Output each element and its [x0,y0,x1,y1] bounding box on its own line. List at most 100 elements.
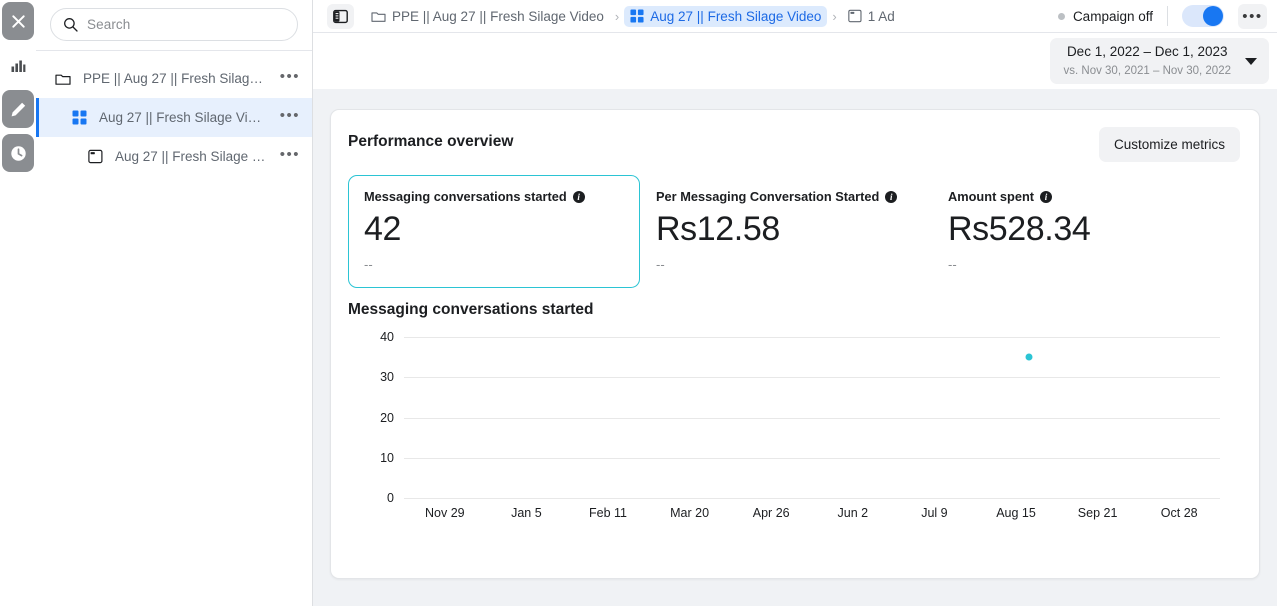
chart-y-axis-tick: 20 [380,410,394,425]
ad-icon [848,9,862,23]
metric-label: Messaging conversations started [364,189,567,204]
chart-y-axis-tick: 0 [387,491,394,506]
chart-gridline [404,498,1220,500]
grid-icon [630,9,644,23]
folder-icon [50,72,76,86]
metric-label: Amount spent [948,189,1035,204]
breadcrumb-label: PPE || Aug 27 || Fresh Silage Video [392,8,604,24]
chart-gridline [404,457,1220,459]
metric-delta: -- [948,257,957,273]
metric-tile-amount-spent[interactable]: Amount spent i Rs528.34 -- [932,175,1224,288]
campaign-toggle[interactable] [1182,5,1224,27]
status-badge: Campaign off [1072,8,1153,24]
sidebar-item-campaign[interactable]: PPE || Aug 27 || Fresh Silag… ••• [36,59,312,98]
breadcrumb-separator: › [614,8,620,24]
date-range-bar: Dec 1, 2022 – Dec 1, 2023 vs. Nov 30, 20… [313,33,1277,89]
info-icon[interactable]: i [1040,190,1053,203]
panel-toggle-button[interactable] [327,3,354,29]
asset-sidebar: Search PPE || Aug 27 || Fresh Silag… ••• [36,0,313,606]
panel-toggle-icon [333,9,348,23]
sidebar-item-label: Aug 27 || Fresh Silage … [115,149,266,164]
bar-chart-icon [11,60,25,72]
sidebar-item-label: PPE || Aug 27 || Fresh Silag… [83,71,263,86]
search-icon [64,18,78,32]
sidebar-item-menu-button[interactable]: ••• [274,143,302,170]
close-icon [11,14,25,28]
sidebar-item-adset[interactable]: Aug 27 || Fresh Silage Vi… ••• [36,98,312,137]
search-section: Search [36,0,312,51]
chart-x-axis-tick: Jan 5 [511,506,542,521]
clock-icon [10,145,26,161]
chart-plot-area[interactable]: 40 30 20 10 0 Nov 29 Jan 5 Feb 11 Mar 20 Apr 26 Ju… [348,330,1242,552]
customize-metrics-button[interactable]: Customize metrics [1098,127,1240,162]
ad-icon [82,149,108,164]
more-options-button[interactable]: ••• [1238,3,1267,29]
pencil-icon [11,102,25,116]
breadcrumb-adset[interactable]: Aug 27 || Fresh Silage Video [624,5,828,27]
chart-data-point[interactable] [1025,353,1033,361]
analytics-icon-button[interactable] [2,46,34,84]
close-icon-button[interactable] [2,2,34,40]
metric-label-row: Messaging conversations started i [364,189,624,204]
breadcrumb-campaign[interactable]: PPE || Aug 27 || Fresh Silage Video [365,6,610,27]
grid-icon [66,110,92,125]
sidebar-item-ad[interactable]: Aug 27 || Fresh Silage … ••• [36,137,312,176]
breadcrumb-label: 1 Ad [867,8,895,24]
edit-icon-button[interactable] [2,90,34,128]
metric-tile-messaging-conversations-started[interactable]: Messaging conversations started i 42 -- [348,175,640,289]
campaign-status: Campaign off [1057,8,1153,24]
chart-gridline [404,337,1220,339]
topbar-divider [1167,6,1168,26]
chart-gridline [404,377,1220,379]
icon-rail [0,0,36,606]
chart-x-axis-tick: Sep 21 [1077,506,1118,521]
chart-x-axis-tick: Oct 28 [1160,506,1198,521]
sidebar-item-menu-button[interactable]: ••• [274,104,302,131]
metric-tile-per-messaging-conversation-started[interactable]: Per Messaging Conversation Started i Rs1… [640,175,932,288]
chart-x-axis-tick: Feb 11 [589,506,627,521]
chart-x-axis-tick: Mar 20 [670,506,710,521]
search-placeholder: Search [87,17,131,32]
chart-x-axis-tick: Nov 29 [424,506,465,521]
metric-tiles: Messaging conversations started i 42 -- … [331,162,1259,289]
folder-icon [371,10,386,23]
chart-x-axis-tick: Jul 9 [921,506,948,521]
breadcrumb-ad[interactable]: 1 Ad [842,6,901,27]
toggle-knob [1203,6,1223,26]
chart-x-axis-tick: Jun 2 [837,506,869,521]
metric-value: Rs528.34 [948,210,1091,248]
sidebar-item-menu-button[interactable]: ••• [274,65,302,92]
chart-y-axis-tick: 40 [380,330,394,345]
sidebar-item-label: Aug 27 || Fresh Silage Vi… [99,110,262,125]
metric-delta: -- [364,257,373,273]
metric-label-row: Amount spent i [948,189,1208,204]
metric-value: Rs12.58 [656,210,780,248]
breadcrumb-separator: › [832,8,837,24]
main-column: PPE || Aug 27 || Fresh Silage Video › Au… [313,0,1277,606]
info-icon[interactable]: i [885,190,898,203]
search-input[interactable]: Search [50,8,298,41]
chart-x-axis-tick: Apr 26 [752,506,790,521]
chart-section: Messaging conversations started 40 30 20 10… [331,288,1259,578]
date-range-comparison: vs. Nov 30, 2021 – Nov 30, 2022 [1063,65,1232,77]
date-range-selector[interactable]: Dec 1, 2022 – Dec 1, 2023 vs. Nov 30, 20… [1049,38,1269,84]
breadcrumb-label: Aug 27 || Fresh Silage Video [650,8,822,24]
chart-title: Messaging conversations started [348,301,594,319]
chart-y-axis-tick: 30 [380,370,394,385]
asset-list: PPE || Aug 27 || Fresh Silag… ••• Aug 27… [36,51,312,176]
history-icon-button[interactable] [2,134,34,172]
chart-gridline [404,417,1220,419]
chart-x-axis-tick: Aug 15 [996,506,1036,521]
metric-delta: -- [656,257,665,273]
top-navigation-bar: PPE || Aug 27 || Fresh Silage Video › Au… [313,0,1277,33]
info-icon[interactable]: i [572,190,585,203]
metric-label-row: Per Messaging Conversation Started i [656,189,916,204]
metric-value: 42 [364,210,402,248]
date-range-primary: Dec 1, 2022 – Dec 1, 2023 [1066,44,1228,59]
status-dot-icon [1057,12,1065,20]
performance-overview-card: Performance overview Customize metrics M… [330,109,1260,580]
chevron-down-icon [1245,57,1257,65]
content-scroll-area[interactable]: Performance overview Customize metrics M… [313,89,1277,606]
metric-label: Per Messaging Conversation Started [656,189,880,204]
card-header: Performance overview Customize metrics [331,110,1259,162]
